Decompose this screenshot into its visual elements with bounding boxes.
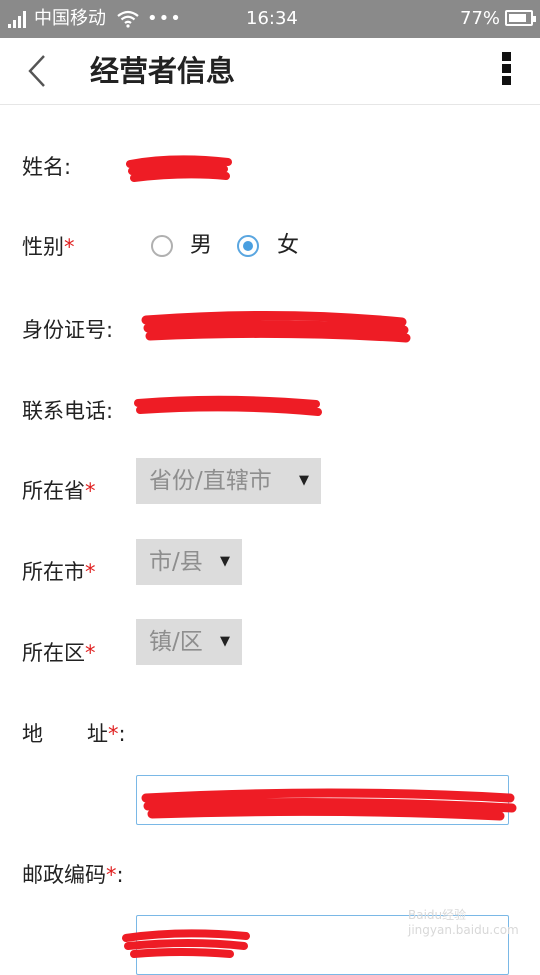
province-select-value: 省份/直辖市	[149, 468, 272, 494]
gender-female-label[interactable]: 女	[277, 231, 299, 261]
status-bar: 中国移动 ••• 16:34 77%	[0, 0, 540, 38]
district-label: 所在区*	[22, 641, 96, 665]
more-vertical-icon[interactable]	[498, 52, 514, 92]
page-title: 经营者信息	[90, 54, 236, 88]
battery-icon	[505, 10, 536, 26]
dropdown-arrow-icon: ▼	[220, 554, 230, 569]
gender-male-radio[interactable]	[151, 235, 173, 257]
redacted-name	[126, 155, 232, 182]
dropdown-arrow-icon: ▼	[220, 634, 230, 649]
city-select[interactable]: 市/县 ▼	[136, 539, 242, 585]
redacted-postcode	[122, 929, 250, 958]
battery-percent: 77%	[460, 8, 501, 29]
redacted-address	[141, 788, 517, 821]
gender-male-label[interactable]: 男	[190, 231, 212, 261]
name-label: 姓名:	[22, 155, 72, 179]
gender-female-radio[interactable]	[237, 235, 259, 257]
dropdown-arrow-icon: ▼	[299, 473, 309, 488]
city-select-value: 市/县	[149, 549, 203, 575]
gender-label: 性别*	[22, 235, 75, 259]
nav-bar: 经营者信息	[0, 38, 540, 105]
province-select[interactable]: 省份/直辖市 ▼	[136, 458, 321, 504]
phone-label: 联系电话:	[22, 399, 114, 423]
address-label: 地址*:	[22, 722, 126, 746]
redacted-id-number	[141, 310, 411, 343]
postcode-label: 邮政编码*:	[22, 863, 124, 887]
chevron-left-icon[interactable]	[22, 52, 52, 90]
province-label: 所在省*	[22, 479, 96, 503]
carrier-name: 中国移动	[34, 8, 106, 29]
district-select-value: 镇/区	[149, 629, 203, 655]
watermark: Baidu经验 jingyan.baidu.com	[408, 908, 519, 937]
id-number-label: 身份证号:	[22, 318, 114, 342]
city-label: 所在市*	[22, 560, 96, 584]
redacted-phone	[134, 395, 322, 416]
clock: 16:34	[246, 8, 298, 29]
notification-dots: •••	[147, 8, 182, 29]
wifi-icon	[117, 10, 139, 28]
district-select[interactable]: 镇/区 ▼	[136, 619, 242, 665]
signal-icon	[8, 11, 26, 28]
